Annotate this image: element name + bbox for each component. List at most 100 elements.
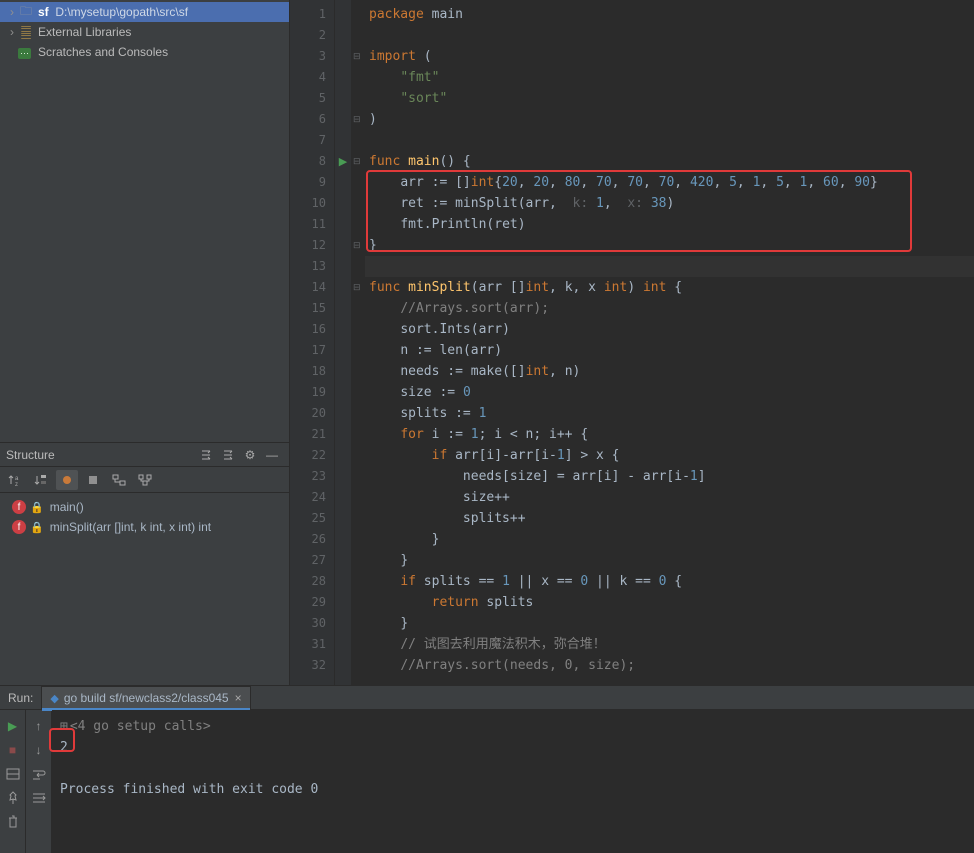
pin-icon[interactable] bbox=[0, 786, 25, 810]
scratches-and-consoles[interactable]: ⋯ Scratches and Consoles bbox=[0, 42, 289, 62]
line-number[interactable]: 28 bbox=[290, 571, 334, 592]
code-line[interactable]: func main() { bbox=[365, 151, 974, 172]
close-icon[interactable]: × bbox=[235, 691, 242, 705]
line-number[interactable]: 25 bbox=[290, 508, 334, 529]
fold-toggle[interactable]: ⊟ bbox=[351, 277, 365, 298]
code-line[interactable]: } bbox=[365, 235, 974, 256]
code-line[interactable]: size := 0 bbox=[365, 382, 974, 403]
stop-icon[interactable]: ■ bbox=[0, 738, 25, 762]
line-number[interactable]: 31 bbox=[290, 634, 334, 655]
show-fields-icon[interactable] bbox=[56, 470, 78, 490]
code-line[interactable]: import ( bbox=[365, 46, 974, 67]
code-line[interactable]: func minSplit(arr []int, k, x int) int { bbox=[365, 277, 974, 298]
line-number[interactable]: 32 bbox=[290, 655, 334, 676]
fold-toggle[interactable]: ⊟ bbox=[351, 235, 365, 256]
fold-toggle[interactable]: ⊟ bbox=[351, 109, 365, 130]
line-number[interactable]: 16 bbox=[290, 319, 334, 340]
project-root[interactable]: › 🗀 sf D:\mysetup\gopath\src\sf bbox=[0, 2, 289, 22]
code-area[interactable]: package main import ( "fmt" "sort") func… bbox=[365, 0, 974, 685]
line-number[interactable]: 7 bbox=[290, 130, 334, 151]
line-number[interactable]: 6 bbox=[290, 109, 334, 130]
code-line[interactable]: needs := make([]int, n) bbox=[365, 361, 974, 382]
code-line[interactable]: //Arrays.sort(needs, 0, size); bbox=[365, 655, 974, 676]
minimize-icon[interactable]: — bbox=[261, 445, 283, 465]
code-line[interactable]: size++ bbox=[365, 487, 974, 508]
code-line[interactable]: fmt.Println(ret) bbox=[365, 214, 974, 235]
line-number[interactable]: 20 bbox=[290, 403, 334, 424]
line-number[interactable]: 17 bbox=[290, 340, 334, 361]
line-number[interactable]: 5 bbox=[290, 88, 334, 109]
code-line[interactable]: if splits == 1 || x == 0 || k == 0 { bbox=[365, 571, 974, 592]
line-number[interactable]: 12 bbox=[290, 235, 334, 256]
code-line[interactable]: } bbox=[365, 529, 974, 550]
fold-icon[interactable]: ⊞ bbox=[60, 719, 68, 734]
console-output[interactable]: ⊞<4 go setup calls> 2 Process finished w… bbox=[52, 710, 974, 853]
line-number[interactable]: 19 bbox=[290, 382, 334, 403]
code-line[interactable]: for i := 1; i < n; i++ { bbox=[365, 424, 974, 445]
code-line[interactable]: sort.Ints(arr) bbox=[365, 319, 974, 340]
code-line[interactable]: package main bbox=[365, 4, 974, 25]
code-line[interactable]: splits++ bbox=[365, 508, 974, 529]
line-number[interactable]: 4 bbox=[290, 67, 334, 88]
code-line[interactable]: "fmt" bbox=[365, 67, 974, 88]
sort-alpha-icon[interactable]: az bbox=[4, 470, 26, 490]
trash-icon[interactable] bbox=[0, 810, 25, 834]
line-number[interactable]: 14 bbox=[290, 277, 334, 298]
gear-icon[interactable]: ⚙ bbox=[239, 445, 261, 465]
code-line[interactable]: arr := []int{20, 20, 80, 70, 70, 70, 420… bbox=[365, 172, 974, 193]
code-line[interactable]: if arr[i]-arr[i-1] > x { bbox=[365, 445, 974, 466]
run-tab[interactable]: ◆ go build sf/newclass2/class045 × bbox=[41, 686, 250, 710]
code-line[interactable]: return splits bbox=[365, 592, 974, 613]
code-line[interactable] bbox=[365, 256, 974, 277]
code-line[interactable]: needs[size] = arr[i] - arr[i-1] bbox=[365, 466, 974, 487]
line-number[interactable]: 24 bbox=[290, 487, 334, 508]
line-number[interactable]: 8 bbox=[290, 151, 334, 172]
scroll-up-icon[interactable]: ↑ bbox=[26, 714, 51, 738]
line-number[interactable]: 26 bbox=[290, 529, 334, 550]
code-line[interactable]: //Arrays.sort(arr); bbox=[365, 298, 974, 319]
scroll-to-end-icon[interactable] bbox=[26, 786, 51, 810]
line-number[interactable]: 29 bbox=[290, 592, 334, 613]
line-number[interactable]: 27 bbox=[290, 550, 334, 571]
line-number[interactable]: 21 bbox=[290, 424, 334, 445]
line-number[interactable]: 11 bbox=[290, 214, 334, 235]
editor[interactable]: 1234567891011121314151617181920212223242… bbox=[290, 0, 974, 685]
line-number[interactable]: 2 bbox=[290, 25, 334, 46]
line-number[interactable]: 3 bbox=[290, 46, 334, 67]
code-line[interactable] bbox=[365, 25, 974, 46]
soft-wrap-icon[interactable] bbox=[26, 762, 51, 786]
show-anonymous-icon[interactable] bbox=[134, 470, 156, 490]
code-line[interactable]: "sort" bbox=[365, 88, 974, 109]
line-number-gutter[interactable]: 1234567891011121314151617181920212223242… bbox=[290, 0, 335, 685]
line-number[interactable]: 1 bbox=[290, 4, 334, 25]
structure-expand-icon[interactable] bbox=[195, 445, 217, 465]
line-number[interactable]: 15 bbox=[290, 298, 334, 319]
external-libraries[interactable]: › 𝄛 External Libraries bbox=[0, 22, 289, 42]
code-line[interactable] bbox=[365, 130, 974, 151]
fold-toggle[interactable]: ⊟ bbox=[351, 46, 365, 67]
run-gutter-icon[interactable]: ▶ bbox=[339, 155, 347, 168]
show-inherited-icon[interactable] bbox=[108, 470, 130, 490]
fold-toggle[interactable]: ⊟ bbox=[351, 151, 365, 172]
line-number[interactable]: 9 bbox=[290, 172, 334, 193]
layout-icon[interactable] bbox=[0, 762, 25, 786]
project-tree[interactable]: › 🗀 sf D:\mysetup\gopath\src\sf › 𝄛 Exte… bbox=[0, 0, 289, 68]
chevron-right-icon[interactable]: › bbox=[6, 25, 18, 39]
structure-collapse-icon[interactable] bbox=[217, 445, 239, 465]
code-line[interactable]: } bbox=[365, 613, 974, 634]
code-line[interactable]: ret := minSplit(arr, k: 1, x: 38) bbox=[365, 193, 974, 214]
code-line[interactable]: } bbox=[365, 550, 974, 571]
sort-visibility-icon[interactable] bbox=[30, 470, 52, 490]
rerun-icon[interactable]: ▶ bbox=[0, 714, 25, 738]
line-number[interactable]: 30 bbox=[290, 613, 334, 634]
chevron-right-icon[interactable]: › bbox=[6, 5, 18, 19]
structure-item-minsplit[interactable]: f 🔒 minSplit(arr []int, k int, x int) in… bbox=[0, 517, 289, 537]
code-line[interactable]: // 试图去利用魔法积木，弥合堆！ bbox=[365, 634, 974, 655]
code-line[interactable]: splits := 1 bbox=[365, 403, 974, 424]
line-number[interactable]: 10 bbox=[290, 193, 334, 214]
line-number[interactable]: 23 bbox=[290, 466, 334, 487]
line-number[interactable]: 22 bbox=[290, 445, 334, 466]
show-private-icon[interactable] bbox=[82, 470, 104, 490]
scroll-down-icon[interactable]: ↓ bbox=[26, 738, 51, 762]
code-line[interactable]: ) bbox=[365, 109, 974, 130]
